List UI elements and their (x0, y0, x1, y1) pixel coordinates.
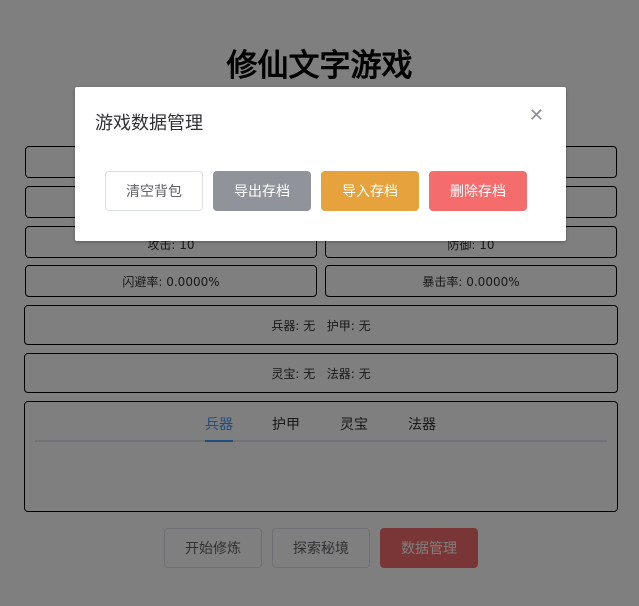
close-icon[interactable]: ✕ (529, 105, 544, 126)
delete-save-button[interactable]: 删除存档 (429, 171, 527, 211)
import-save-button[interactable]: 导入存档 (321, 171, 419, 211)
dialog-title: 游戏数据管理 (95, 113, 203, 134)
export-save-button[interactable]: 导出存档 (213, 171, 311, 211)
data-management-dialog: 游戏数据管理 ✕ 清空背包 导出存档 导入存档 删除存档 (75, 87, 566, 241)
clear-bag-button[interactable]: 清空背包 (105, 171, 203, 211)
